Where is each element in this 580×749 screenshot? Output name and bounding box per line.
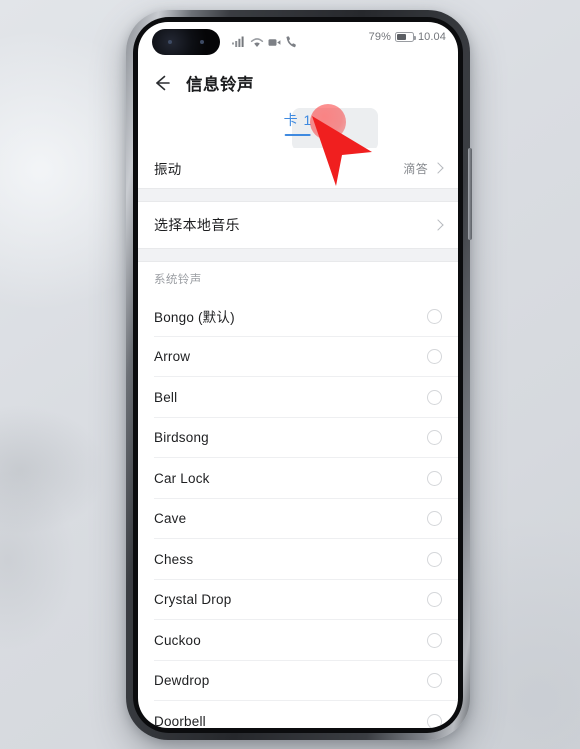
ringtone-row[interactable]: Cave	[138, 499, 458, 539]
ringtone-row[interactable]: Dewdrop	[138, 661, 458, 701]
row-vibration[interactable]: 振动 滴答	[138, 148, 458, 188]
back-arrow-icon[interactable]	[152, 73, 172, 93]
signal-bars-icon	[232, 36, 244, 47]
camera-lens-left	[168, 40, 172, 44]
ringtone-radio-button[interactable]	[427, 470, 442, 486]
phone-call-icon	[286, 36, 296, 48]
section-header-system-ringtones: 系统铃声	[154, 274, 202, 286]
ringtone-name: Chess	[154, 551, 194, 567]
ringtone-name: Cuckoo	[154, 632, 201, 648]
ringtone-radio-button[interactable]	[427, 511, 442, 527]
phone-screen: 79% 10.04 信息铃声 卡 1 振动 滴答 选择本地音乐 系统铃声 Bon…	[138, 22, 458, 728]
battery-percent-label: 79%	[368, 31, 391, 43]
section-gap-2	[138, 248, 458, 262]
page-title: 信息铃声	[186, 76, 254, 94]
ringtone-row[interactable]: Chess	[138, 539, 458, 580]
ringtone-radio-button[interactable]	[427, 308, 442, 324]
status-right-group: 79% 10.04	[369, 31, 446, 43]
row-select-local-music[interactable]: 选择本地音乐	[138, 202, 458, 248]
ringtone-row[interactable]: Crystal Drop	[138, 580, 458, 620]
ringtone-name: Bongo (默认)	[154, 310, 235, 326]
ringtone-name: Doorbell	[154, 713, 206, 728]
ringtone-row[interactable]: Arrow	[138, 337, 458, 377]
ringtone-list: Bongo (默认) Arrow Bell Birdsong Car Lock Cave C…	[138, 296, 458, 728]
status-bar: 79% 10.04	[138, 22, 458, 60]
ringtone-radio-button[interactable]	[427, 632, 442, 648]
ringtone-radio-button[interactable]	[427, 592, 442, 608]
wifi-icon	[250, 38, 264, 47]
tab-sim-1-label: 卡 1	[283, 112, 313, 128]
section-gap	[138, 188, 458, 202]
ringtone-name: Arrow	[154, 349, 191, 365]
chevron-right-icon	[432, 162, 444, 174]
ringtone-row[interactable]: Doorbell	[138, 701, 458, 728]
ringtone-row[interactable]: Car Lock	[138, 458, 458, 499]
front-camera-cutout	[152, 29, 220, 55]
row-local-music-label: 选择本地音乐	[154, 217, 240, 233]
ringtone-row[interactable]: Bongo (默认)	[138, 296, 458, 337]
sim-tab-bar: 卡 1	[138, 106, 458, 151]
ringtone-name: Crystal Drop	[154, 592, 232, 608]
ringtone-name: Car Lock	[154, 470, 210, 486]
status-clock: 10.04	[417, 31, 446, 43]
ringtone-radio-button[interactable]	[427, 389, 442, 405]
row-vibration-value: 滴答	[403, 161, 428, 176]
ringtone-radio-button[interactable]	[427, 430, 442, 446]
ringtone-radio-button[interactable]	[427, 673, 442, 689]
status-icons-group	[232, 32, 297, 48]
power-button[interactable]	[468, 148, 472, 240]
ringtone-name: Dewdrop	[154, 673, 210, 689]
battery-icon	[394, 32, 416, 42]
chevron-right-icon	[432, 219, 444, 231]
tab-sim-1[interactable]: 卡 1	[284, 110, 313, 136]
video-camera-icon	[268, 39, 281, 46]
ringtone-row[interactable]: Cuckoo	[138, 620, 458, 661]
tab-active-underline	[285, 134, 311, 136]
ringtone-radio-button[interactable]	[427, 713, 442, 728]
ringtone-row[interactable]: Birdsong	[138, 418, 458, 458]
ringtone-radio-button[interactable]	[427, 551, 442, 567]
navigation-bar: 信息铃声	[138, 60, 458, 106]
ringtone-name: Bell	[154, 389, 178, 405]
ringtone-row[interactable]: Bell	[138, 377, 458, 418]
ringtone-name: Cave	[154, 511, 187, 527]
camera-lens-right	[200, 40, 204, 44]
ringtone-name: Birdsong	[154, 430, 209, 446]
ringtone-radio-button[interactable]	[427, 349, 442, 365]
row-vibration-label: 振动	[154, 162, 182, 177]
